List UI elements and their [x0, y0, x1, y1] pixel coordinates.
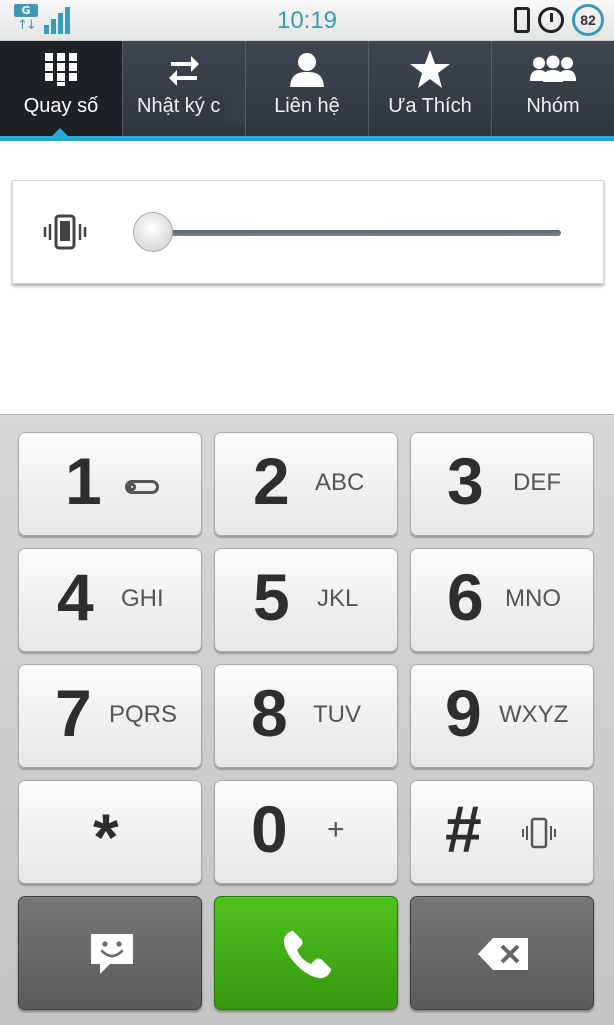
backspace-icon [477, 937, 531, 975]
volume-slider-thumb[interactable] [133, 212, 173, 252]
tab-bar: Quay số Nhật ký c Liên hệ Ưa Thích Nhóm [0, 41, 614, 139]
key-hash[interactable]: # [410, 780, 594, 884]
vibrate-small-icon [521, 817, 557, 853]
vibrate-mode-icon [514, 7, 530, 33]
ringer-volume-panel [12, 180, 604, 284]
key-4[interactable]: 4 GHI [18, 548, 202, 652]
tab-label: Quay số [23, 95, 99, 117]
tab-label: Liên hệ [274, 95, 340, 117]
key-1[interactable]: 1 [18, 432, 202, 536]
key-0[interactable]: 0 + [214, 780, 398, 884]
backspace-button[interactable] [410, 896, 594, 1010]
tab-call-log[interactable]: Nhật ký c [123, 41, 246, 139]
voicemail-icon [125, 480, 159, 494]
battery-icon: 82 [572, 4, 604, 36]
alarm-icon [538, 7, 564, 33]
dialpad-icon [0, 49, 122, 89]
key-6[interactable]: 6 MNO [410, 548, 594, 652]
tab-contacts[interactable]: Liên hệ [246, 41, 369, 139]
message-icon [88, 931, 136, 981]
message-button[interactable] [18, 896, 202, 1010]
tab-label: Nhóm [526, 95, 580, 117]
call-icon [279, 927, 335, 987]
groups-icon [492, 49, 614, 89]
dial-keypad: 1 2 ABC 3 DEF 4 GHI 5 JKL 6 MNO 7 PQRS 8… [0, 414, 614, 1025]
tab-dialer[interactable]: Quay số [0, 41, 123, 139]
key-5[interactable]: 5 JKL [214, 548, 398, 652]
key-3[interactable]: 3 DEF [410, 432, 594, 536]
star-icon [369, 49, 491, 89]
status-bar: G ↑↓ 10:19 82 [0, 0, 614, 41]
tab-indicator [0, 136, 614, 141]
key-2[interactable]: 2 ABC [214, 432, 398, 536]
call-button[interactable] [214, 896, 398, 1010]
tab-favorites[interactable]: Ưa Thích [369, 41, 492, 139]
tab-label: Ưa Thích [388, 95, 472, 117]
key-8[interactable]: 8 TUV [214, 664, 398, 768]
volume-slider-track[interactable] [153, 230, 561, 236]
key-9[interactable]: 9 WXYZ [410, 664, 594, 768]
tab-groups[interactable]: Nhóm [492, 41, 614, 139]
key-7[interactable]: 7 PQRS [18, 664, 202, 768]
key-star[interactable]: * [18, 780, 202, 884]
vibrate-icon [43, 214, 87, 250]
contact-icon [246, 49, 368, 89]
call-log-icon [123, 49, 245, 89]
